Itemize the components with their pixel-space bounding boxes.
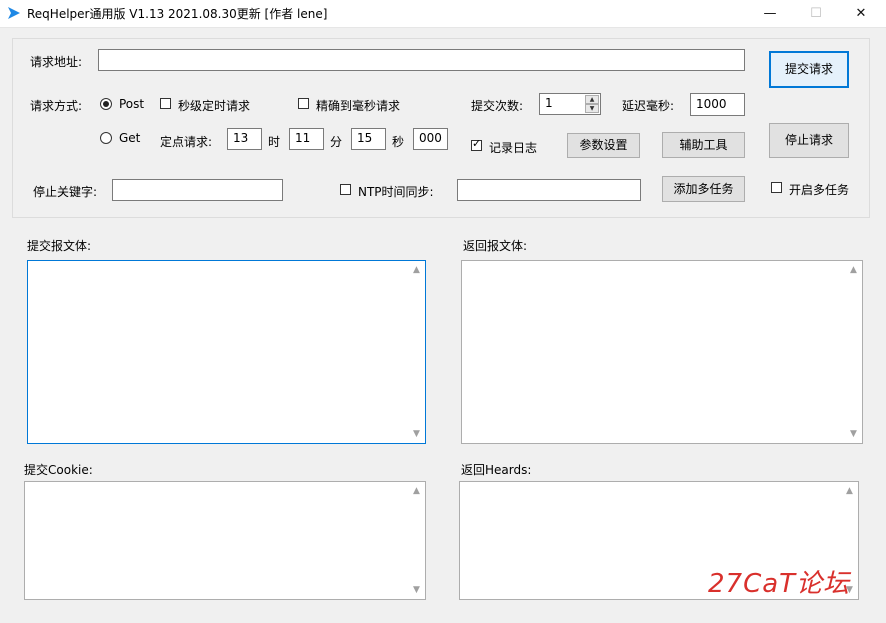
- return-body-label: 返回报文体:: [463, 239, 528, 253]
- fixed-time-label: 定点请求:: [160, 135, 213, 149]
- submit-request-button[interactable]: 提交请求: [769, 51, 849, 88]
- delay-ms-label: 延迟毫秒:: [622, 99, 675, 113]
- sec-timer-label: 秒级定时请求: [178, 99, 251, 113]
- submit-count-input[interactable]: 1 ▲ ▼: [539, 93, 601, 115]
- scroll-down-icon[interactable]: ▼: [845, 426, 862, 442]
- sec-timer-checkbox[interactable]: [160, 98, 171, 109]
- forum-watermark: 27CaT论坛: [708, 569, 851, 599]
- submit-cookie-label: 提交Cookie:: [24, 463, 93, 477]
- return-headers-label: 返回Heards:: [461, 463, 532, 477]
- return-body-scrollbar[interactable]: ▲ ▼: [845, 261, 862, 443]
- log-label: 记录日志: [489, 141, 538, 155]
- return-body-textarea[interactable]: ▲ ▼: [461, 260, 863, 444]
- ntp-input[interactable]: [457, 179, 641, 201]
- delay-ms-input[interactable]: 1000: [690, 93, 745, 116]
- scroll-up-icon[interactable]: ▲: [841, 483, 858, 499]
- spin-down-icon[interactable]: ▼: [585, 104, 599, 113]
- submit-body-label: 提交报文体:: [27, 239, 92, 253]
- get-radio[interactable]: [100, 132, 112, 144]
- stop-keyword-label: 停止关键字:: [33, 185, 98, 199]
- submit-count-value: 1: [545, 96, 553, 110]
- app-icon: [8, 7, 20, 19]
- title-bar: ReqHelper通用版 V1.13 2021.08.30更新 [作者 lene…: [0, 0, 886, 28]
- second-unit: 秒: [392, 135, 405, 149]
- multi-task-checkbox[interactable]: [771, 182, 782, 193]
- close-button[interactable]: ✕: [838, 0, 884, 27]
- log-checkbox[interactable]: [471, 137, 482, 151]
- submit-cookie-textarea[interactable]: ▲ ▼: [24, 481, 426, 600]
- get-label: Get: [119, 131, 141, 145]
- maximize-button: ☐: [810, 6, 822, 21]
- stop-request-button[interactable]: 停止请求: [769, 123, 849, 158]
- ms-precise-checkbox[interactable]: [298, 98, 309, 109]
- scroll-down-icon[interactable]: ▼: [408, 582, 425, 598]
- minute-unit: 分: [330, 135, 343, 149]
- scroll-down-icon[interactable]: ▼: [408, 426, 425, 442]
- window-title: ReqHelper通用版 V1.13 2021.08.30更新 [作者 lene…: [27, 7, 328, 21]
- url-input[interactable]: [98, 49, 745, 71]
- submit-body-textarea[interactable]: ▲ ▼: [27, 260, 426, 444]
- second-input[interactable]: 15: [351, 128, 386, 150]
- spin-up-icon[interactable]: ▲: [585, 95, 599, 104]
- scroll-up-icon[interactable]: ▲: [408, 262, 425, 278]
- post-label: Post: [119, 97, 145, 111]
- stop-keyword-input[interactable]: [112, 179, 283, 201]
- multi-task-label: 开启多任务: [789, 183, 850, 197]
- method-label: 请求方式:: [30, 99, 83, 113]
- ntp-checkbox[interactable]: [340, 184, 351, 195]
- submit-body-scrollbar[interactable]: ▲ ▼: [408, 261, 425, 443]
- scroll-up-icon[interactable]: ▲: [845, 262, 862, 278]
- ms-precise-label: 精确到毫秒请求: [316, 99, 401, 113]
- url-label: 请求地址:: [30, 55, 83, 69]
- minute-input[interactable]: 11: [289, 128, 324, 150]
- submit-count-label: 提交次数:: [471, 99, 524, 113]
- hour-unit: 时: [268, 135, 281, 149]
- tools-button[interactable]: 辅助工具: [662, 132, 745, 158]
- millisecond-input[interactable]: 000: [413, 128, 448, 150]
- scroll-up-icon[interactable]: ▲: [408, 483, 425, 499]
- post-radio[interactable]: [100, 98, 112, 110]
- submit-cookie-scrollbar[interactable]: ▲ ▼: [408, 482, 425, 599]
- add-tasks-button[interactable]: 添加多任务: [662, 176, 745, 202]
- params-button[interactable]: 参数设置: [567, 133, 640, 158]
- ntp-label: NTP时间同步:: [358, 185, 434, 199]
- hour-input[interactable]: 13: [227, 128, 262, 150]
- minimize-button[interactable]: —: [747, 0, 793, 27]
